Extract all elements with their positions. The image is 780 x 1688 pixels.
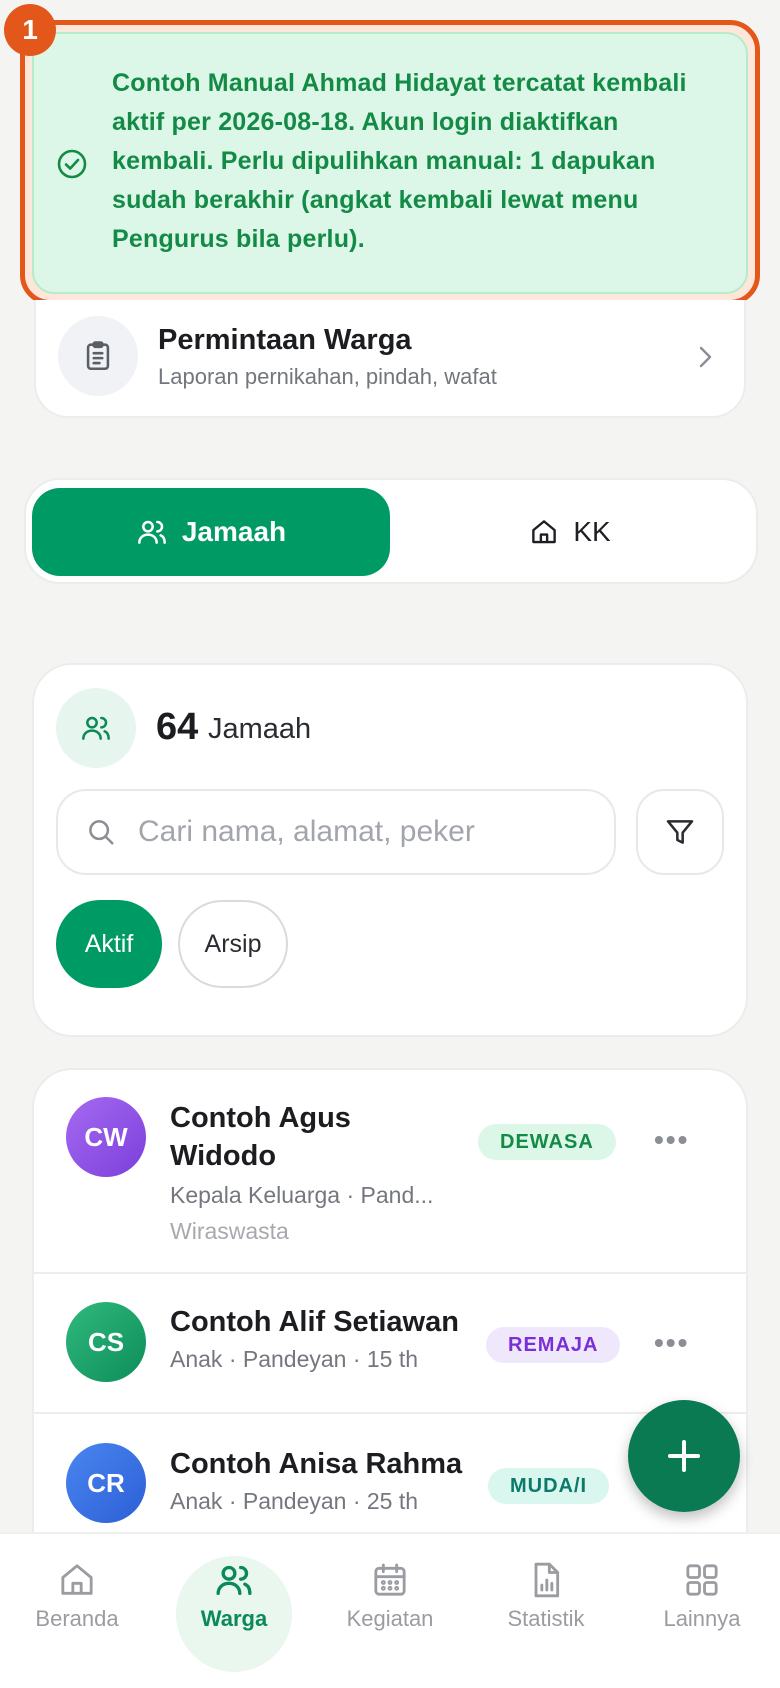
nav-warga-label: Warga xyxy=(200,1606,268,1631)
member-name: Contoh Agus Widodo xyxy=(170,1102,351,1172)
tab-jamaah[interactable]: Jamaah xyxy=(32,488,390,576)
member-meta: Kepala Keluarga · Pand... xyxy=(170,1182,434,1208)
request-title: Permintaan Warga xyxy=(158,324,412,356)
member-count: 64 xyxy=(156,706,199,748)
calendar-icon xyxy=(374,1563,406,1596)
avatar: CR xyxy=(66,1443,146,1523)
nav-beranda-label: Beranda xyxy=(35,1606,119,1631)
nav-statistik-label: Statistik xyxy=(507,1606,585,1631)
nav-warga[interactable]: Warga xyxy=(169,1560,299,1660)
plus-icon xyxy=(668,1440,700,1472)
more-options-icon[interactable]: ••• xyxy=(654,1327,689,1359)
filter-chip-aktif[interactable]: Aktif xyxy=(56,900,162,988)
home-icon xyxy=(532,520,557,544)
nav-kegiatan-label: Kegiatan xyxy=(346,1606,434,1631)
clipboard-icon xyxy=(58,316,138,396)
nav-statistik[interactable]: Statistik xyxy=(481,1560,611,1660)
search-placeholder: Cari nama, alamat, peker xyxy=(138,815,475,848)
member-count-label: Jamaah xyxy=(208,713,312,745)
status-badge: MUDA/I xyxy=(488,1468,610,1504)
avatar: CW xyxy=(66,1097,146,1177)
tab-kk[interactable]: KK xyxy=(390,488,750,576)
member-occupation: Wiraswasta xyxy=(170,1218,289,1244)
toast-message: Contoh Manual Ahmad Hidayat tercatat kem… xyxy=(112,69,687,253)
avatar: CS xyxy=(66,1302,146,1382)
filter-button[interactable] xyxy=(636,789,724,875)
chart-file-icon xyxy=(534,1562,560,1598)
search-input[interactable]: Cari nama, alamat, peker xyxy=(56,789,616,875)
status-badge: REMAJA xyxy=(486,1327,621,1363)
users-icon xyxy=(56,688,136,768)
member-meta: Anak · Pandeyan · 15 th xyxy=(170,1346,419,1372)
filter-icon xyxy=(666,820,694,844)
status-badge: DEWASA xyxy=(478,1124,616,1160)
users-icon xyxy=(216,1565,252,1595)
request-subtitle: Laporan pernikahan, pindah, wafat xyxy=(158,364,497,389)
check-circle-icon xyxy=(57,149,87,179)
filter-chip-arsip[interactable]: Arsip xyxy=(178,900,288,988)
nav-beranda[interactable]: Beranda xyxy=(12,1560,142,1660)
chevron-right-icon xyxy=(699,346,712,368)
nav-lainnya[interactable]: Lainnya xyxy=(637,1560,767,1660)
member-meta: Anak · Pandeyan · 25 th xyxy=(170,1488,419,1514)
more-options-icon[interactable]: ••• xyxy=(654,1124,689,1156)
grid-icon xyxy=(686,1564,718,1596)
search-icon xyxy=(89,820,114,845)
member-name: Contoh Alif Setiawan xyxy=(170,1306,459,1338)
add-member-button[interactable] xyxy=(628,1400,740,1512)
member-name: Contoh Anisa Rahma xyxy=(170,1448,463,1480)
tab-jamaah-label: Jamaah xyxy=(181,516,287,547)
request-card[interactable] xyxy=(34,300,746,418)
annotation-badge: 1 xyxy=(4,4,56,56)
tab-kk-label: KK xyxy=(573,516,611,547)
nav-kegiatan[interactable]: Kegiatan xyxy=(325,1560,455,1660)
users-icon xyxy=(137,520,166,544)
home-icon xyxy=(61,1564,93,1595)
nav-lainnya-label: Lainnya xyxy=(663,1606,741,1631)
